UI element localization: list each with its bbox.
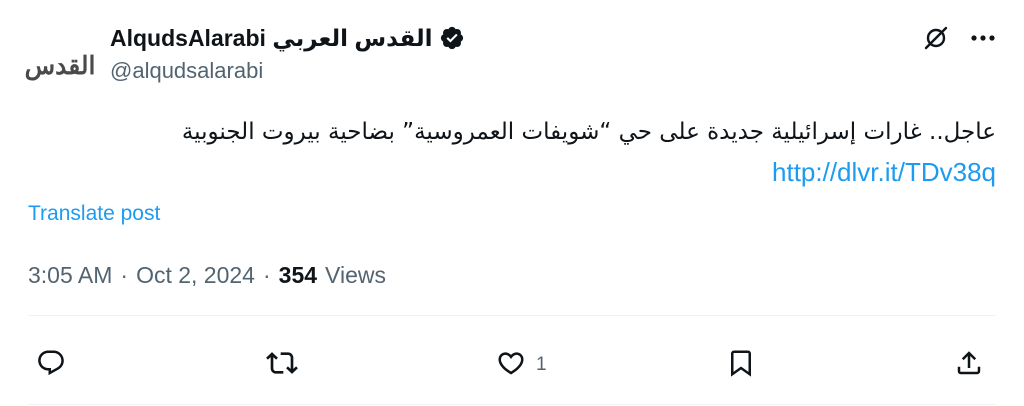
avatar[interactable]: القدس bbox=[22, 27, 98, 103]
views-label: Views bbox=[325, 262, 386, 288]
tweet-text: عاجل.. غارات إسرائيلية جديدة على حي “شوي… bbox=[181, 119, 996, 145]
bookmark-icon bbox=[726, 348, 756, 383]
meta-separator: · bbox=[262, 262, 271, 288]
reply-icon bbox=[36, 348, 66, 383]
bottom-divider bbox=[28, 404, 996, 405]
more-options-icon[interactable] bbox=[970, 25, 996, 51]
meta-separator: · bbox=[120, 262, 129, 288]
tweet-time[interactable]: 3:05 AM bbox=[28, 262, 112, 289]
heart-icon bbox=[496, 348, 526, 383]
author-name-row: AlqudsAlarabi القدس العربي bbox=[110, 22, 465, 54]
like-button[interactable]: 1 bbox=[496, 340, 547, 390]
verified-badge-icon[interactable] bbox=[439, 25, 465, 51]
tweet-meta: 3:05 AM · Oct 2, 2024 · 354 Views bbox=[28, 262, 386, 289]
views-count: 354 bbox=[278, 262, 318, 288]
author-handle[interactable]: @alqudsalarabi bbox=[110, 58, 263, 84]
grok-icon[interactable] bbox=[922, 24, 950, 52]
repost-icon bbox=[266, 347, 298, 384]
tweet-actions-bar: 1 bbox=[28, 340, 996, 390]
share-icon bbox=[954, 348, 984, 383]
repost-button[interactable] bbox=[266, 340, 298, 390]
avatar-logo-text: القدس bbox=[24, 50, 97, 80]
translate-post-button[interactable]: Translate post bbox=[28, 202, 160, 226]
share-button[interactable] bbox=[954, 340, 984, 390]
divider bbox=[28, 315, 996, 316]
like-count: 1 bbox=[536, 354, 547, 375]
tweet-date[interactable]: Oct 2, 2024 bbox=[136, 262, 255, 289]
reply-button[interactable] bbox=[36, 340, 66, 390]
display-name[interactable]: AlqudsAlarabi القدس العربي bbox=[110, 25, 433, 52]
tweet-top-actions bbox=[922, 24, 996, 52]
tweet-link[interactable]: http://dlvr.it/TDv38q bbox=[772, 157, 996, 188]
bookmark-button[interactable] bbox=[726, 340, 756, 390]
